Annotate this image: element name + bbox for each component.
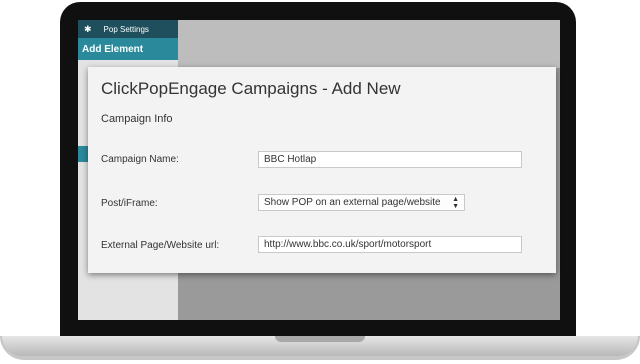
page-title: ClickPopEngage Campaigns - Add New [101, 79, 401, 98]
external-url-label: External Page/Website url: [101, 240, 220, 251]
campaign-form-panel: ClickPopEngage Campaigns - Add New Campa… [88, 67, 556, 273]
gear-icon: ✱ [84, 23, 92, 34]
sidebar-header[interactable]: ✱ Pop Settings [78, 20, 178, 38]
sidebar-header-label: Pop Settings [103, 24, 149, 34]
campaign-name-label: Campaign Name: [101, 154, 179, 165]
post-iframe-selected-value: Show POP on an external page/website [264, 197, 441, 208]
post-iframe-label: Post/iFrame: [101, 198, 158, 209]
sidebar-section-tab[interactable] [78, 146, 88, 162]
up-down-arrow-icon: ▲ ▼ [452, 195, 459, 210]
add-element-label: Add Element [82, 43, 144, 55]
campaign-name-field[interactable]: BBC Hotlap [258, 151, 522, 168]
external-url-field[interactable]: http://www.bbc.co.uk/sport/motorsport [258, 236, 522, 253]
laptop-notch [275, 336, 365, 342]
section-title: Campaign Info [101, 113, 173, 125]
post-iframe-select[interactable]: Show POP on an external page/website ▲ ▼ [258, 194, 465, 211]
add-element-button[interactable]: Add Element [78, 38, 178, 60]
